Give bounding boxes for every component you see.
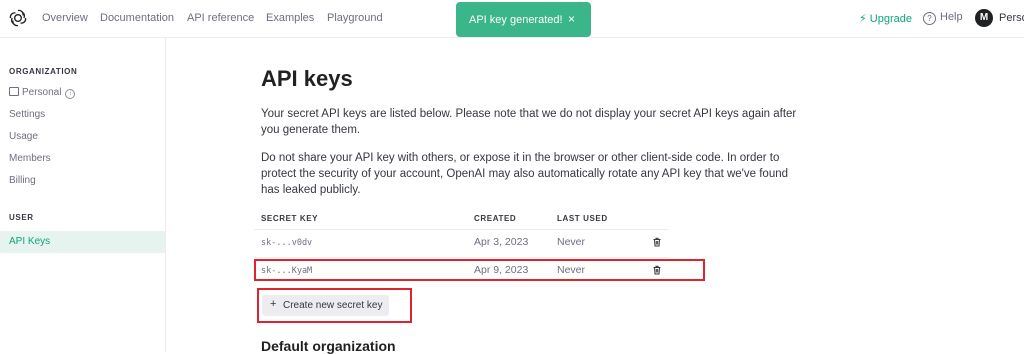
toast-message: API key generated! <box>469 14 563 26</box>
help-link[interactable]: ? Help <box>923 11 963 25</box>
upgrade-link[interactable]: ⚡ Upgrade <box>859 12 912 25</box>
table-divider <box>254 257 669 258</box>
briefcase-icon <box>9 87 19 96</box>
upgrade-label: Upgrade <box>869 13 912 25</box>
user-menu-name[interactable]: Perso <box>999 12 1024 24</box>
highlight-box-create-button <box>257 288 412 323</box>
created-date: Apr 3, 2023 <box>474 236 529 248</box>
sidebar-item-label: API Keys <box>9 236 51 247</box>
lightning-icon: ⚡ <box>859 13 867 25</box>
nav-api-reference[interactable]: API reference <box>187 12 254 24</box>
nav-documentation[interactable]: Documentation <box>100 12 174 24</box>
avatar[interactable]: M <box>975 9 993 27</box>
sidebar-item-label: Personal <box>22 87 62 98</box>
sidebar-item-billing[interactable]: Billing <box>9 175 36 186</box>
sidebar-heading-organization: ORGANIZATION <box>9 67 78 76</box>
close-icon[interactable]: × <box>568 12 575 26</box>
intro-paragraph: Your secret API keys are listed below. P… <box>261 108 797 136</box>
info-icon[interactable]: i <box>65 89 76 99</box>
nav-examples[interactable]: Examples <box>266 12 314 24</box>
table-divider <box>254 229 669 230</box>
page-title: API keys <box>261 66 353 91</box>
security-paragraph: Do not share your API key with others, o… <box>261 152 789 196</box>
sidebar-item-members[interactable]: Members <box>9 153 51 164</box>
sidebar-item-settings[interactable]: Settings <box>9 109 45 120</box>
column-header-last-used: LAST USED <box>557 214 608 223</box>
sidebar-item-usage[interactable]: Usage <box>9 131 38 142</box>
sidebar: ORGANIZATION Personal i Settings Usage Me… <box>0 38 166 352</box>
help-label: Help <box>940 11 963 23</box>
nav-overview[interactable]: Overview <box>42 12 88 24</box>
help-circle-icon: ? <box>923 12 936 25</box>
openai-logo-icon[interactable] <box>8 8 28 28</box>
column-header-created: CREATED <box>474 214 517 223</box>
last-used-value: Never <box>557 236 586 248</box>
success-toast: API key generated! × <box>456 2 591 37</box>
highlight-box-new-key-row <box>254 259 705 281</box>
column-header-secret-key: SECRET KEY <box>261 214 319 223</box>
secret-key-value: sk-...v0dv <box>261 238 313 248</box>
sidebar-heading-user: USER <box>9 213 34 222</box>
nav-playground[interactable]: Playground <box>327 12 383 24</box>
sidebar-item-api-keys[interactable]: API Keys <box>0 231 165 253</box>
sidebar-item-personal[interactable]: Personal i <box>9 87 76 99</box>
trash-icon[interactable] <box>652 237 662 247</box>
